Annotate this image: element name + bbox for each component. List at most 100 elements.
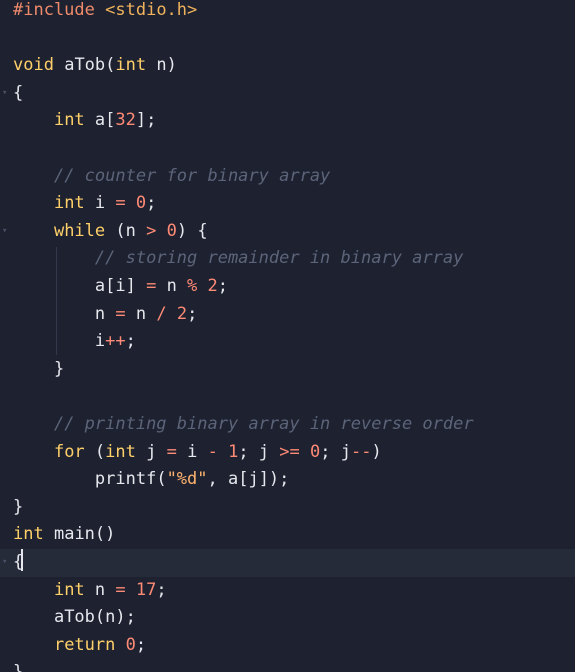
code-token-punct: ) {: [176, 220, 208, 241]
code-token-type: int: [53, 579, 85, 600]
code-line[interactable]: [0, 383, 575, 411]
code-line[interactable]: aTob(n);: [0, 604, 575, 632]
code-token-punct: ;: [187, 303, 198, 324]
code-line[interactable]: [0, 25, 575, 53]
code-token-keyword: while: [53, 220, 106, 241]
code-text: void aTob(int n): [13, 52, 177, 80]
code-token-func: main: [53, 524, 95, 545]
code-token-ident: i: [84, 193, 116, 214]
code-token-number: 1: [228, 441, 239, 462]
code-token-punct: (: [84, 441, 106, 462]
code-line[interactable]: a[i] = n % 2;: [0, 273, 575, 301]
code-token-punct: ];: [135, 110, 157, 131]
code-token-number: 17: [135, 579, 157, 600]
code-text: int n = 17;: [13, 577, 167, 605]
code-token-ident: ; j: [238, 441, 280, 462]
code-token-ident: n: [125, 303, 157, 324]
code-token-type: int: [13, 524, 44, 545]
fold-toggle-icon[interactable]: ▾: [2, 80, 10, 108]
code-token-op: =: [115, 579, 126, 600]
code-token-op: =: [115, 193, 126, 214]
code-line[interactable]: }: [0, 659, 575, 672]
code-token-punct: [13, 331, 95, 351]
code-line[interactable]: return 0;: [0, 632, 575, 660]
code-token-op: =: [146, 276, 157, 296]
code-line[interactable]: int main(): [0, 521, 575, 549]
code-token-punct: [13, 304, 95, 324]
fold-toggle-icon[interactable]: ▾: [2, 218, 10, 246]
code-text: a[i] = n % 2;: [13, 273, 228, 301]
code-token-number: 2: [176, 303, 188, 324]
code-token-ident: , a[j]);: [207, 469, 290, 490]
code-line[interactable]: ▾ while (n > 0) {: [0, 218, 575, 246]
code-token-ident: i: [176, 441, 208, 462]
code-token-ident: n: [94, 303, 116, 324]
code-line[interactable]: }: [0, 356, 575, 384]
code-text: return 0;: [13, 632, 146, 660]
code-token-ident: (n: [105, 220, 147, 241]
fold-toggle-icon[interactable]: ▾: [2, 549, 10, 577]
code-text: for (int j = i - 1; j >= 0; j--): [13, 439, 382, 467]
code-line[interactable]: for (int j = i - 1; j >= 0; j--): [0, 439, 575, 467]
code-token-punct: [197, 276, 207, 296]
code-token-punct: ;: [217, 276, 229, 296]
code-token-number: 0: [310, 441, 321, 462]
code-token-ident: (n);: [94, 607, 136, 628]
code-editor[interactable]: #include <stdio.h> void aTob(int n) ▾{ int…: [0, 0, 575, 672]
code-token-op: =: [115, 303, 126, 324]
code-token-punct: [13, 110, 54, 130]
code-token-punct: [218, 442, 228, 462]
code-line[interactable]: // printing binary array in reverse orde…: [0, 411, 575, 439]
code-token-number: 2: [207, 276, 218, 296]
code-text: // storing remainder in binary array: [13, 245, 463, 273]
code-token-punct: (): [94, 524, 116, 545]
code-line[interactable]: int a[32];: [0, 107, 575, 135]
code-text: while (n > 0) {: [13, 218, 208, 246]
code-line[interactable]: printf("%d", a[j]);: [0, 466, 575, 494]
code-line[interactable]: int n = 17;: [0, 577, 575, 605]
code-line[interactable]: ▾{: [0, 549, 575, 577]
code-token-type: int: [105, 441, 136, 462]
code-token-number: 32: [115, 110, 136, 131]
code-token-ident: n): [146, 55, 177, 76]
code-token-op: %: [187, 276, 198, 296]
code-token-ident: j: [135, 441, 167, 462]
code-text: printf("%d", a[j]);: [13, 466, 290, 494]
code-line[interactable]: // storing remainder in binary array: [0, 245, 575, 273]
code-token-type: int: [53, 110, 85, 131]
code-token-op: ++: [105, 331, 126, 352]
code-line[interactable]: int i = 0;: [0, 190, 575, 218]
code-line[interactable]: #include <stdio.h>: [0, 0, 575, 25]
code-token-func: aTob: [64, 55, 106, 76]
code-text: int main(): [13, 521, 115, 549]
code-token-directive: #include: [13, 0, 95, 20]
code-token-punct: [13, 193, 54, 213]
code-token-keyword: for: [53, 441, 85, 462]
code-line[interactable]: void aTob(int n): [0, 52, 575, 80]
code-token-func: aTob: [53, 607, 95, 628]
code-token-header: <stdio.h>: [105, 0, 198, 20]
code-token-comment: // printing binary array in reverse orde…: [53, 414, 474, 434]
code-line[interactable]: i++;: [0, 328, 575, 356]
code-token-op: --: [350, 441, 372, 462]
code-token-punct: (: [156, 469, 167, 490]
code-token-punct: ;: [146, 193, 157, 214]
code-line[interactable]: [0, 135, 575, 163]
code-token-string: "%d": [166, 469, 208, 490]
code-token-punct: [95, 0, 105, 20]
code-token-comment: // storing remainder in binary array: [94, 248, 464, 269]
code-token-punct: [13, 166, 54, 186]
code-token-op: >: [146, 220, 157, 241]
code-token-number: 0: [166, 220, 177, 241]
code-line[interactable]: }: [0, 494, 575, 522]
code-line[interactable]: ▾{: [0, 80, 575, 108]
code-line[interactable]: n = n / 2;: [0, 301, 575, 329]
code-token-punct: }: [13, 662, 23, 672]
code-token-punct: ): [371, 441, 382, 462]
code-token-keyword: return: [53, 634, 116, 655]
code-token-ident: ; j: [320, 441, 351, 462]
code-token-punct: [13, 248, 95, 268]
code-token-type: void: [13, 55, 54, 76]
code-line[interactable]: // counter for binary array: [0, 163, 575, 191]
code-text: #include <stdio.h>: [13, 0, 197, 25]
